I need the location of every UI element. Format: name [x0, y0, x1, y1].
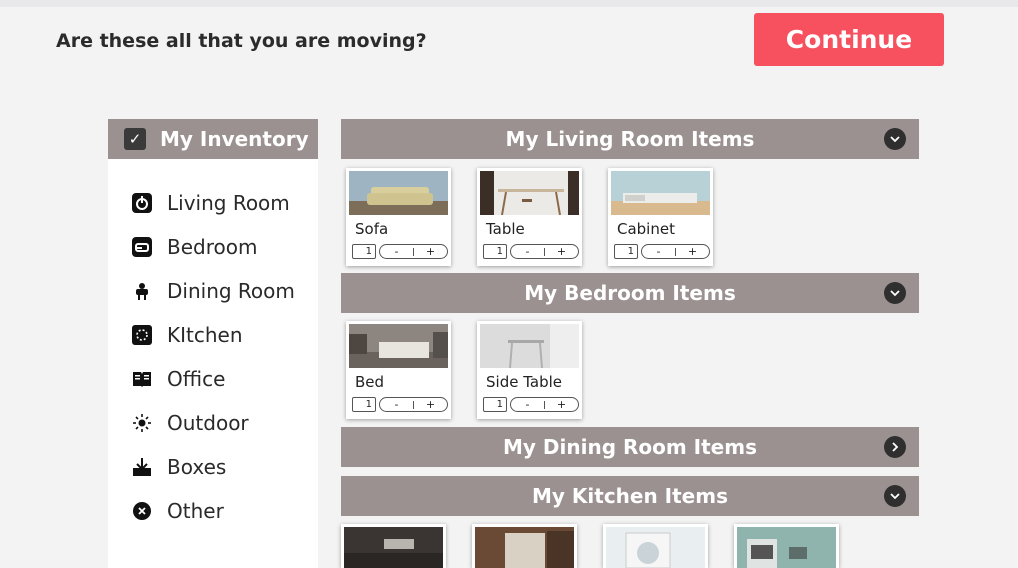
item-card-table[interactable]: Table 1 - + — [477, 168, 582, 266]
bed-photo — [349, 324, 448, 368]
kitchen-item-card[interactable] — [341, 524, 446, 568]
section-bedroom[interactable]: My Bedroom Items — [341, 273, 919, 313]
kitchen-photo — [344, 527, 443, 568]
increment-button[interactable]: + — [414, 245, 447, 258]
continue-button[interactable]: Continue — [754, 13, 944, 66]
kitchen-item-card[interactable] — [734, 524, 839, 568]
sidebar-item-office[interactable]: Office — [108, 357, 318, 401]
item-name: Sofa — [355, 220, 389, 238]
sun-icon — [131, 412, 153, 434]
sidebar-item-kitchen[interactable]: KItchen — [108, 313, 318, 357]
side-table-photo — [480, 324, 579, 368]
item-card-sofa[interactable]: Sofa 1 - + — [346, 168, 451, 266]
section-title: My Kitchen Items — [532, 484, 728, 508]
sidebar-item-label: Boxes — [167, 455, 227, 479]
inventory-sidebar: ✓ My Inventory Living Room Bedroom Dinin… — [108, 119, 318, 568]
kitchen-item-card[interactable] — [472, 524, 577, 568]
section-dining-room[interactable]: My Dining Room Items — [341, 427, 919, 467]
quantity-stepper[interactable]: 1 - + — [483, 244, 579, 259]
cabinet-photo — [611, 171, 710, 215]
sidebar-item-label: Dining Room — [167, 279, 295, 303]
section-title: My Dining Room Items — [503, 435, 757, 459]
room-list: Living Room Bedroom Dining Room KItchen … — [108, 159, 318, 533]
stepper-controls: - + — [510, 397, 579, 412]
chevron-down-icon[interactable] — [884, 128, 906, 150]
book-icon — [131, 368, 153, 390]
stepper-controls: - + — [641, 244, 710, 259]
kitchen-icon — [131, 324, 153, 346]
sidebar-item-bedroom[interactable]: Bedroom — [108, 225, 318, 269]
sidebar-item-label: Other — [167, 499, 224, 523]
dining-icon — [131, 280, 153, 302]
item-name: Side Table — [486, 373, 562, 391]
increment-button[interactable]: + — [545, 398, 578, 411]
fridge-photo — [475, 527, 574, 568]
box-icon — [131, 456, 153, 478]
washer-photo — [606, 527, 705, 568]
power-icon — [131, 192, 153, 214]
item-card-cabinet[interactable]: Cabinet 1 - + — [608, 168, 713, 266]
item-name: Bed — [355, 373, 385, 391]
item-card-bed[interactable]: Bed 1 - + — [346, 321, 451, 419]
sidebar-item-label: Bedroom — [167, 235, 258, 259]
increment-button[interactable]: + — [676, 245, 709, 258]
decrement-button[interactable]: - — [380, 398, 413, 411]
sidebar-item-other[interactable]: Other — [108, 489, 318, 533]
stepper-controls: - + — [379, 244, 448, 259]
increment-button[interactable]: + — [545, 245, 578, 258]
page-question: Are these all that you are moving? — [56, 30, 427, 52]
quantity-value[interactable]: 1 — [352, 244, 376, 259]
sidebar-item-label: KItchen — [167, 323, 243, 347]
quantity-stepper[interactable]: 1 - + — [352, 244, 448, 259]
item-card-side-table[interactable]: Side Table 1 - + — [477, 321, 582, 419]
sofa-photo — [349, 171, 448, 215]
decrement-button[interactable]: - — [511, 398, 544, 411]
checkbox-icon[interactable]: ✓ — [124, 128, 146, 150]
sidebar-item-label: Living Room — [167, 191, 290, 215]
increment-button[interactable]: + — [414, 398, 447, 411]
quantity-stepper[interactable]: 1 - + — [483, 397, 579, 412]
item-name: Table — [486, 220, 525, 238]
chevron-down-icon[interactable] — [884, 485, 906, 507]
quantity-stepper[interactable]: 1 - + — [352, 397, 448, 412]
inventory-header[interactable]: ✓ My Inventory — [108, 119, 318, 159]
inventory-title: My Inventory — [160, 127, 309, 151]
sidebar-item-label: Office — [167, 367, 226, 391]
bed-icon — [131, 236, 153, 258]
quantity-value[interactable]: 1 — [352, 397, 376, 412]
oven-photo — [737, 527, 836, 568]
section-living-room[interactable]: My Living Room Items — [341, 119, 919, 159]
stepper-controls: - + — [379, 397, 448, 412]
section-kitchen[interactable]: My Kitchen Items — [341, 476, 919, 516]
item-name: Cabinet — [617, 220, 675, 238]
stepper-controls: - + — [510, 244, 579, 259]
sidebar-item-boxes[interactable]: Boxes — [108, 445, 318, 489]
decrement-button[interactable]: - — [511, 245, 544, 258]
section-title: My Living Room Items — [505, 127, 755, 151]
quantity-value[interactable]: 1 — [483, 397, 507, 412]
section-title: My Bedroom Items — [524, 281, 736, 305]
quantity-value[interactable]: 1 — [483, 244, 507, 259]
close-circle-icon — [131, 500, 153, 522]
quantity-stepper[interactable]: 1 - + — [614, 244, 710, 259]
chevron-down-icon[interactable] — [884, 282, 906, 304]
sidebar-item-dining-room[interactable]: Dining Room — [108, 269, 318, 313]
decrement-button[interactable]: - — [642, 245, 675, 258]
chevron-right-icon[interactable] — [884, 436, 906, 458]
table-photo — [480, 171, 579, 215]
decrement-button[interactable]: - — [380, 245, 413, 258]
sidebar-item-outdoor[interactable]: Outdoor — [108, 401, 318, 445]
sidebar-item-label: Outdoor — [167, 411, 249, 435]
sidebar-item-living-room[interactable]: Living Room — [108, 181, 318, 225]
quantity-value[interactable]: 1 — [614, 244, 638, 259]
kitchen-item-card[interactable] — [603, 524, 708, 568]
